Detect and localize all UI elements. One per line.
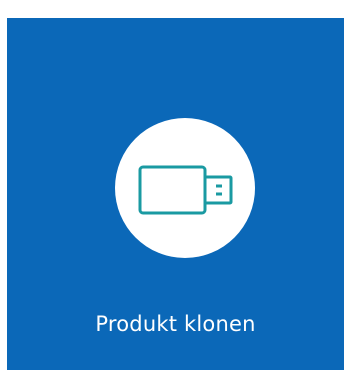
tile-label: Produkt klonen	[95, 312, 256, 336]
usb-drive-icon	[138, 165, 233, 215]
icon-circle	[115, 118, 255, 258]
